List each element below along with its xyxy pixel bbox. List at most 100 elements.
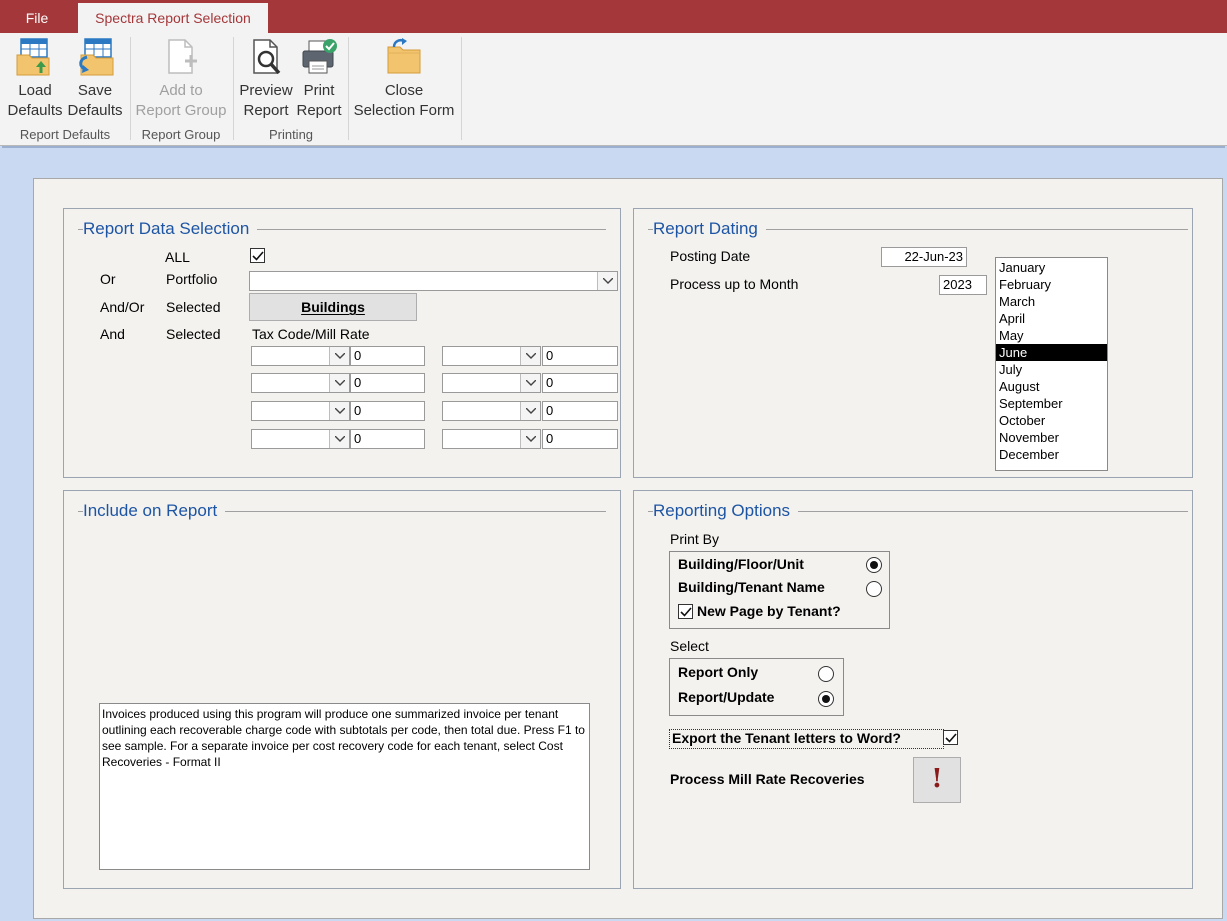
tab-spectra-report-selection[interactable]: Spectra Report Selection — [78, 3, 268, 33]
save-defaults-label-1: Save — [77, 82, 113, 99]
tax-code-combo-left-2[interactable] — [251, 373, 350, 393]
option-building-tenant-name-radio[interactable] — [866, 581, 882, 597]
chevron-down-icon[interactable] — [597, 272, 617, 290]
month-item-january[interactable]: January — [996, 259, 1107, 276]
print-by-label: Print By — [670, 531, 720, 547]
load-defaults-label-1: Load — [18, 82, 52, 99]
group-label-printing: Printing — [268, 127, 314, 142]
close-selection-form-label-1: Close — [384, 82, 424, 99]
chevron-down-icon[interactable] — [520, 402, 540, 420]
month-item-february[interactable]: February — [996, 276, 1107, 293]
tax-code-combo-left-3[interactable] — [251, 401, 350, 421]
save-defaults-button[interactable]: Save Defaults — [66, 37, 124, 121]
chevron-down-icon[interactable] — [329, 347, 349, 365]
option-report-only-label: Report Only — [678, 664, 759, 680]
process-year-field[interactable]: 2023 — [939, 275, 987, 295]
ribbon-separator — [461, 37, 462, 140]
report-description-box[interactable]: Invoices produced using this program wil… — [99, 703, 590, 870]
month-item-november[interactable]: November — [996, 429, 1107, 446]
month-item-july[interactable]: July — [996, 361, 1107, 378]
check-icon — [680, 607, 692, 617]
option-building-tenant-name-label: Building/Tenant Name — [678, 579, 825, 595]
mill-rate-field-right-2[interactable]: 0 — [542, 373, 618, 393]
add-to-report-group-label-1: Add to — [159, 82, 203, 99]
save-defaults-icon — [79, 38, 114, 76]
ribbon: Load Defaults Save Defaults Report Defau… — [0, 33, 1227, 146]
month-item-december[interactable]: December — [996, 446, 1107, 463]
chevron-down-icon[interactable] — [329, 402, 349, 420]
preview-magnifier-icon — [253, 39, 281, 75]
mill-rate-field-left-2[interactable]: 0 — [350, 373, 425, 393]
chevron-down-icon[interactable] — [329, 430, 349, 448]
buildings-button[interactable]: Buildings — [249, 293, 417, 321]
option-report-update-radio[interactable] — [818, 691, 834, 707]
reporting-options-frame: Reporting Options Print By Building/Floo… — [633, 490, 1193, 889]
mill-rate-field-right-3[interactable]: 0 — [542, 401, 618, 421]
month-listbox[interactable]: January February March April May June Ju… — [995, 257, 1108, 471]
include-on-report-frame: Include on Report Invoices produced usin… — [63, 490, 621, 889]
tax-code-combo-left-1[interactable] — [251, 346, 350, 366]
process-up-to-month-label: Process up to Month — [670, 276, 799, 292]
close-selection-form-button[interactable]: Close Selection Form — [352, 37, 456, 121]
month-item-april[interactable]: April — [996, 310, 1107, 327]
ribbon-separator — [130, 37, 131, 140]
tax-code-combo-right-2[interactable] — [442, 373, 541, 393]
tax-code-combo-right-3[interactable] — [442, 401, 541, 421]
check-icon — [945, 733, 957, 743]
mill-rate-field-right-4[interactable]: 0 — [542, 429, 618, 449]
tab-file[interactable]: File — [10, 0, 64, 33]
tax-code-mill-rate-header: Tax Code/Mill Rate — [252, 326, 370, 342]
portfolio-combo[interactable] — [249, 271, 618, 291]
report-data-selection-title: Report Data Selection — [83, 219, 258, 239]
tax-code-combo-right-1[interactable] — [442, 346, 541, 366]
print-report-label-2: Report — [296, 102, 342, 119]
mill-rate-field-left-1[interactable]: 0 — [350, 346, 425, 366]
load-defaults-button[interactable]: Load Defaults — [6, 37, 64, 121]
month-item-march[interactable]: March — [996, 293, 1107, 310]
portfolio-label: Portfolio — [166, 271, 218, 287]
option-report-only-radio[interactable] — [818, 666, 834, 682]
new-page-by-tenant-checkbox[interactable] — [678, 604, 693, 619]
load-defaults-label-2: Defaults — [7, 102, 63, 119]
tax-code-combo-left-4[interactable] — [251, 429, 350, 449]
month-item-october[interactable]: October — [996, 412, 1107, 429]
report-dating-title: Report Dating — [653, 219, 766, 239]
mill-rate-field-right-1[interactable]: 0 — [542, 346, 618, 366]
tax-code-combo-right-4[interactable] — [442, 429, 541, 449]
group-label-report-group: Report Group — [141, 127, 221, 142]
add-document-icon — [168, 39, 197, 74]
chevron-down-icon[interactable] — [520, 374, 540, 392]
title-bar: File Spectra Report Selection — [0, 0, 1227, 33]
preview-report-button[interactable]: Preview Report — [238, 37, 294, 121]
load-defaults-icon — [16, 38, 50, 76]
add-to-report-group-button[interactable]: Add to Report Group — [134, 37, 228, 121]
export-tenant-letters-checkbox[interactable] — [943, 730, 958, 745]
report-data-selection-frame: Report Data Selection ALL Or Portfolio A… — [63, 208, 621, 478]
month-item-august[interactable]: August — [996, 378, 1107, 395]
posting-date-field[interactable]: 22-Jun-23 — [881, 247, 967, 267]
ribbon-separator — [233, 37, 234, 140]
option-building-floor-unit-radio[interactable] — [866, 557, 882, 573]
chevron-down-icon[interactable] — [520, 430, 540, 448]
report-dating-frame: Report Dating Posting Date 22-Jun-23 Pro… — [633, 208, 1193, 478]
all-checkbox[interactable] — [250, 248, 265, 263]
export-tenant-letters-label: Export the Tenant letters to Word? — [669, 729, 944, 749]
all-label: ALL — [165, 249, 190, 265]
chevron-down-icon[interactable] — [520, 347, 540, 365]
chevron-down-icon[interactable] — [329, 374, 349, 392]
ribbon-separator — [348, 37, 349, 140]
posting-date-label: Posting Date — [670, 248, 751, 264]
buildings-button-label: Buildings — [301, 299, 365, 315]
month-item-june[interactable]: June — [996, 344, 1107, 361]
andor-label: And/Or — [100, 299, 145, 315]
option-report-update-label: Report/Update — [678, 689, 775, 705]
mill-rate-field-left-3[interactable]: 0 — [350, 401, 425, 421]
month-item-may[interactable]: May — [996, 327, 1107, 344]
selected-label: Selected — [166, 299, 221, 315]
process-mill-rate-button[interactable]: ! — [913, 757, 961, 803]
print-report-button[interactable]: Print Report — [294, 37, 344, 121]
month-item-september[interactable]: September — [996, 395, 1107, 412]
option-building-floor-unit-label: Building/Floor/Unit — [678, 556, 804, 572]
reporting-options-title: Reporting Options — [653, 501, 799, 521]
mill-rate-field-left-4[interactable]: 0 — [350, 429, 425, 449]
